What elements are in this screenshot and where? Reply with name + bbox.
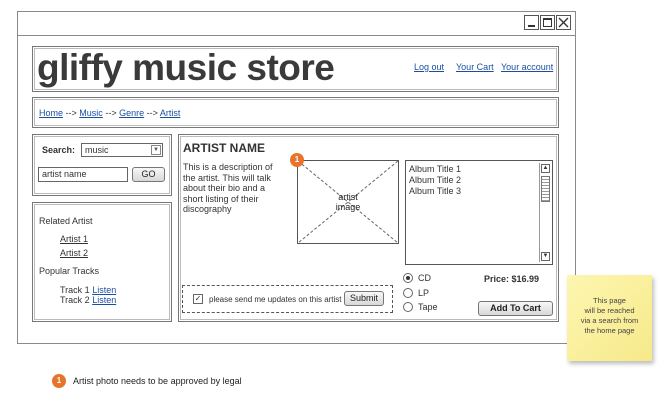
album-items: Album Title 1 Album Title 2 Album Title … (409, 164, 461, 197)
sticky-note: This page will be reached via a search f… (567, 275, 652, 361)
breadcrumb-home[interactable]: Home (39, 108, 63, 118)
sticky-line: the home page (584, 326, 635, 335)
format-radio-cd[interactable] (403, 273, 413, 283)
annotation-marker: 1 (290, 153, 304, 167)
scroll-down-icon[interactable]: ▼ (541, 252, 550, 261)
sticky-line: via a search from (580, 316, 639, 325)
album-list[interactable]: Album Title 1 Album Title 2 Album Title … (405, 160, 553, 265)
breadcrumb-separator: --> (105, 108, 117, 118)
your-account-link[interactable]: Your account (501, 62, 553, 72)
artist-search-input[interactable]: artist name (38, 167, 128, 182)
description-line: about their bio and a (183, 183, 266, 193)
close-icon[interactable] (556, 15, 571, 30)
format-label: LP (418, 288, 430, 298)
chevron-down-icon: ▼ (151, 145, 161, 155)
format-label: Tape (418, 302, 438, 312)
annotation-marker: 1 (52, 374, 66, 388)
album-scrollbar[interactable]: ▲ ▼ (539, 163, 550, 262)
breadcrumb: Home --> Music --> Genre --> Artist (39, 108, 180, 118)
price-label: Price: $16.99 (484, 274, 540, 284)
sticky-line: will be reached (584, 306, 635, 315)
your-cart-link[interactable]: Your Cart (456, 62, 494, 72)
artist-name-heading: ARTIST NAME (183, 141, 265, 155)
artist-image-label: artist image (298, 192, 398, 212)
artist-image-placeholder: artist image (297, 160, 399, 244)
album-item[interactable]: Album Title 1 (409, 164, 461, 175)
related-artist-link[interactable]: Artist 2 (60, 248, 88, 258)
listen-link[interactable]: Listen (92, 295, 116, 305)
updates-checkbox[interactable]: ✓ (193, 294, 203, 304)
related-artist-link[interactable]: Artist 1 (60, 234, 88, 244)
track-item: Track 1 Listen (60, 285, 116, 295)
track-name: Track 2 (60, 295, 90, 305)
category-select[interactable]: music ▼ (81, 143, 163, 157)
image-label-line: image (335, 202, 361, 212)
annotation-text: Artist photo needs to be approved by leg… (73, 376, 242, 386)
sticky-note-text: This page will be reached via a search f… (567, 296, 652, 336)
logout-link[interactable]: Log out (414, 62, 444, 72)
go-button[interactable]: GO (132, 167, 165, 182)
store-title: gliffy music store (37, 47, 335, 88)
popular-tracks-heading: Popular Tracks (39, 266, 100, 276)
breadcrumb-separator: --> (146, 108, 158, 118)
search-label: Search: (42, 145, 76, 155)
scroll-thumb[interactable] (541, 176, 550, 202)
description-line: the artist. This will talk (183, 172, 271, 183)
description-line: discography (183, 204, 232, 214)
format-label: CD (418, 273, 431, 283)
minimize-icon[interactable] (524, 15, 539, 30)
breadcrumb-genre[interactable]: Genre (119, 108, 144, 118)
breadcrumb-separator: --> (65, 108, 77, 118)
submit-button[interactable]: Submit (344, 291, 384, 306)
description-line: This is a description of (183, 162, 273, 172)
listen-link[interactable]: Listen (92, 285, 116, 295)
breadcrumb-artist[interactable]: Artist (160, 108, 181, 118)
format-radio-lp[interactable] (403, 288, 413, 298)
breadcrumb-music[interactable]: Music (79, 108, 103, 118)
category-select-value: music (85, 145, 109, 155)
artist-description: This is a description of the artist. Thi… (183, 162, 273, 215)
format-radio-tape[interactable] (403, 302, 413, 312)
updates-label: please send me updates on this artist (209, 295, 342, 304)
related-artist-heading: Related Artist (39, 216, 93, 226)
scroll-up-icon[interactable]: ▲ (541, 164, 550, 173)
maximize-icon[interactable] (540, 15, 555, 30)
track-name: Track 1 (60, 285, 90, 295)
album-item[interactable]: Album Title 3 (409, 186, 461, 197)
description-line: short listing of their (183, 193, 259, 204)
window-titlebar (18, 12, 575, 36)
album-item[interactable]: Album Title 2 (409, 175, 461, 186)
track-item: Track 2 Listen (60, 295, 116, 305)
sticky-line: This page (593, 296, 626, 305)
image-label-line: artist (338, 192, 358, 202)
add-to-cart-button[interactable]: Add To Cart (478, 301, 553, 316)
